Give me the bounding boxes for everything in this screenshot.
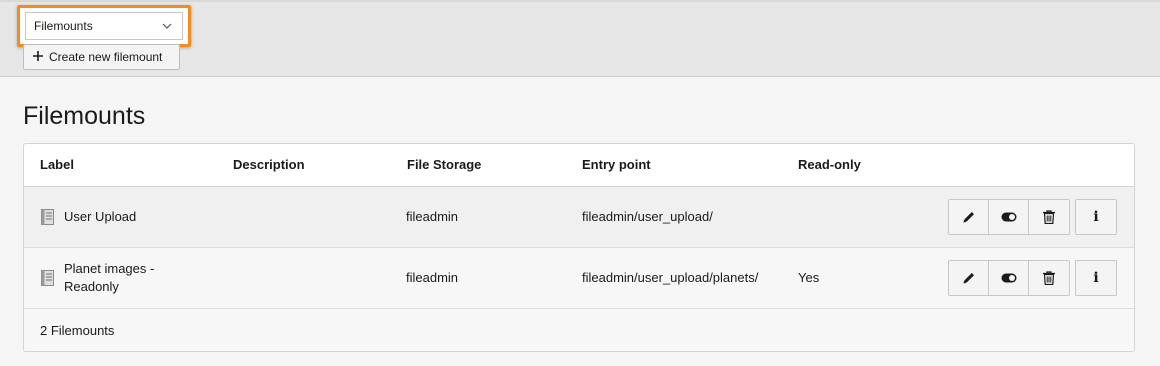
row-label[interactable]: Planet images - Readonly	[64, 260, 174, 296]
row-action-group	[948, 260, 1070, 296]
row-file-storage: fileadmin	[406, 209, 459, 224]
row-label[interactable]: User Upload	[64, 208, 136, 226]
document-icon	[41, 270, 54, 286]
chevron-down-icon	[160, 19, 174, 33]
toggle-visibility-button[interactable]	[989, 261, 1029, 295]
info-button[interactable]: i	[1075, 199, 1117, 235]
module-docheader: Filemounts Create new filemount	[0, 0, 1160, 77]
column-header-description[interactable]: Description	[233, 157, 305, 172]
row-entry-point: fileadmin/user_upload/	[582, 209, 713, 224]
create-filemount-button[interactable]: Create new filemount	[23, 44, 180, 70]
module-selector-highlight: Filemounts	[17, 5, 191, 47]
column-header-label[interactable]: Label	[40, 157, 74, 172]
info-icon: i	[1093, 270, 1099, 286]
record-count: 2 Filemounts	[40, 323, 115, 338]
info-button[interactable]: i	[1075, 260, 1117, 296]
row-entry-point: fileadmin/user_upload/planets/	[582, 270, 759, 285]
delete-button[interactable]	[1029, 261, 1069, 295]
pencil-icon	[963, 273, 974, 284]
row-read-only: Yes	[798, 270, 820, 285]
toggle-icon	[1001, 273, 1016, 283]
trash-icon	[1043, 271, 1055, 285]
toggle-visibility-button[interactable]	[989, 200, 1029, 234]
module-selector-value: Filemounts	[34, 19, 93, 33]
column-header-file-storage[interactable]: File Storage	[407, 157, 481, 172]
table-footer: 2 Filemounts	[24, 309, 1134, 351]
document-icon	[41, 209, 54, 225]
table-row: User Upload fileadmin fileadmin/user_upl…	[24, 187, 1134, 248]
table-header: Label Description File Storage Entry poi…	[24, 144, 1134, 187]
column-header-read-only[interactable]: Read-only	[798, 157, 861, 172]
delete-button[interactable]	[1029, 200, 1069, 234]
row-actions: i	[948, 199, 1117, 235]
pencil-icon	[963, 212, 974, 223]
filemounts-table: Label Description File Storage Entry poi…	[23, 143, 1135, 352]
edit-button[interactable]	[949, 200, 989, 234]
toggle-icon	[1001, 212, 1016, 222]
module-selector-dropdown[interactable]: Filemounts	[25, 12, 183, 40]
table-row: Planet images - Readonly fileadmin filea…	[24, 248, 1134, 309]
trash-icon	[1043, 210, 1055, 224]
column-header-entry-point[interactable]: Entry point	[582, 157, 651, 172]
info-icon: i	[1093, 209, 1099, 225]
edit-button[interactable]	[949, 261, 989, 295]
plus-icon	[33, 50, 43, 64]
row-action-group	[948, 199, 1070, 235]
row-label-cell: User Upload	[41, 208, 136, 226]
row-file-storage: fileadmin	[406, 270, 459, 285]
row-label-cell: Planet images - Readonly	[41, 260, 174, 296]
create-filemount-label: Create new filemount	[49, 50, 163, 64]
row-actions: i	[948, 260, 1117, 296]
page-title: Filemounts	[23, 102, 146, 130]
